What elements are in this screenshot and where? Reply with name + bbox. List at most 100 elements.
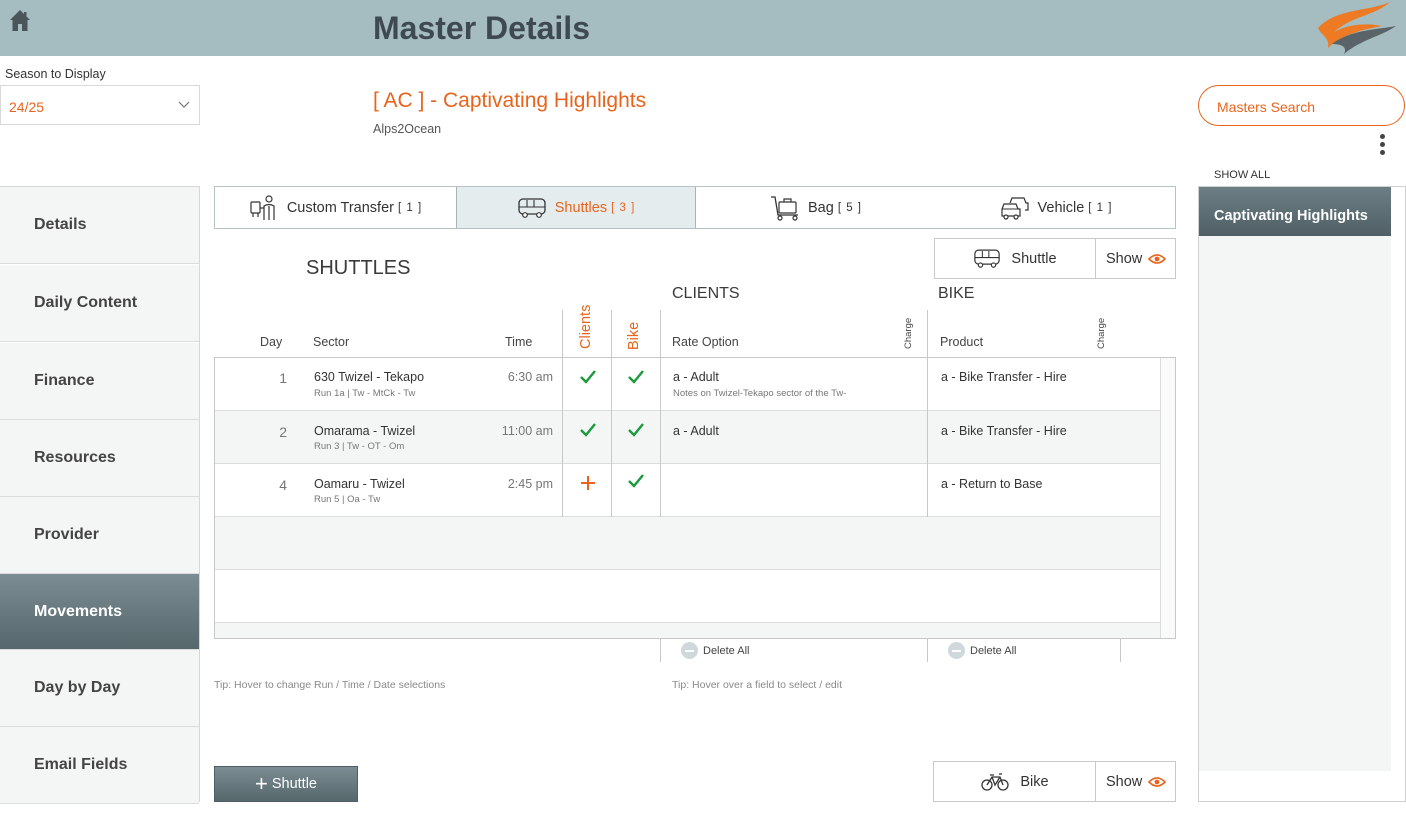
sidebar-item-finance[interactable]: Finance (0, 343, 199, 420)
header-divider (660, 310, 661, 357)
bike-view-label: Bike (1020, 773, 1049, 790)
row-rate-option[interactable]: a - Adult (673, 424, 719, 438)
clients-footer: Delete All (660, 638, 927, 662)
bike-show-label: Show (1106, 773, 1143, 790)
column-divider (927, 358, 928, 517)
empty-row (215, 623, 1161, 638)
add-shuttle-label: Shuttle (271, 776, 317, 792)
check-icon[interactable] (627, 421, 645, 439)
minus-circle-icon (948, 642, 965, 659)
master-subtitle: Alps2Ocean (373, 122, 442, 136)
tab-shuttles-label: Shuttles (554, 199, 608, 216)
app-header: Master Details (0, 0, 1406, 56)
more-options-icon[interactable] (1373, 132, 1391, 160)
column-header-bike-charge: Charge (1096, 317, 1107, 349)
bike-view-button[interactable]: Bike (934, 762, 1096, 801)
row-time[interactable]: 11:00 am (473, 424, 553, 438)
row-time[interactable]: 2:45 pm (473, 477, 553, 491)
column-header-day: Day (260, 335, 283, 349)
header-divider (562, 310, 563, 357)
eye-icon (1148, 776, 1167, 787)
row-day: 4 (279, 477, 287, 493)
check-icon[interactable] (627, 472, 645, 490)
check-icon[interactable] (579, 368, 597, 386)
season-select[interactable]: 24/25 (0, 85, 200, 125)
check-icon[interactable] (579, 421, 597, 439)
check-icon[interactable] (627, 368, 645, 386)
row-sector[interactable]: Oamaru - Twizel (314, 477, 405, 491)
shuttle-show-label: Show (1106, 250, 1143, 267)
column-header-sector: Sector (313, 335, 350, 349)
row-time[interactable]: 6:30 am (473, 370, 553, 384)
row-run: Run 1a | Tw - MtCk - Tw (314, 388, 416, 399)
bike-show-button[interactable]: Show (1096, 762, 1175, 801)
tab-bag[interactable]: Bag [ 5 ] (696, 187, 936, 228)
season-value: 24/25 (9, 99, 45, 115)
row-product[interactable]: a - Bike Transfer - Hire (941, 370, 1067, 384)
movement-tabs: Custom Transfer [ 1 ] Shuttles [ 3 ] Bag… (214, 186, 1176, 229)
header-divider (611, 310, 612, 357)
shuttle-toggle-group: Shuttle Show (934, 238, 1176, 279)
delete-all-label: Delete All (970, 644, 1017, 657)
add-icon[interactable] (579, 474, 597, 492)
tab-shuttles-count: [ 3 ] (611, 201, 636, 214)
row-product[interactable]: a - Return to Base (941, 477, 1042, 491)
empty-row (215, 517, 1161, 570)
column-divider (562, 358, 563, 517)
row-product[interactable]: a - Bike Transfer - Hire (941, 424, 1067, 438)
header-divider (927, 310, 928, 357)
column-divider (611, 358, 612, 517)
table-row[interactable]: 4 Oamaru - Twizel Run 5 | Oa - Tw 2:45 p… (215, 464, 1161, 517)
column-header-bike: Bike (626, 321, 642, 350)
tab-shuttles[interactable]: Shuttles [ 3 ] (456, 187, 696, 228)
empty-row (215, 570, 1161, 623)
bicycle-icon (981, 772, 1010, 791)
shuttle-show-button[interactable]: Show (1096, 239, 1175, 278)
column-divider (660, 358, 661, 517)
eye-icon (1148, 253, 1167, 264)
masters-search-button[interactable]: Masters Search (1198, 85, 1405, 126)
shuttles-section-title: SHUTTLES (306, 257, 411, 279)
shuttles-table: 1 630 Twizel - Tekapo Run 1a | Tw - MtCk… (214, 357, 1176, 639)
sidebar-item-movements[interactable]: Movements (0, 574, 199, 650)
column-header-client-charge: Charge (903, 317, 914, 349)
sidebar-item-resources[interactable]: Resources (0, 420, 199, 497)
bus-icon (974, 249, 1001, 268)
masters-search-label: Masters Search (1217, 99, 1316, 115)
tip-right: Tip: Hover over a field to select / edit (672, 679, 843, 691)
tab-bag-label: Bag (808, 199, 834, 216)
minus-circle-icon (681, 642, 698, 659)
row-sector[interactable]: Omarama - Twizel (314, 424, 415, 438)
master-title: [ AC ] - Captivating Highlights (373, 89, 647, 112)
shuttle-view-label: Shuttle (1011, 250, 1057, 267)
tab-vehicle[interactable]: Vehicle [ 1 ] (936, 187, 1176, 228)
bike-footer: Delete All (927, 638, 1121, 662)
delete-all-label: Delete All (703, 644, 750, 657)
master-list-item[interactable]: Captivating Highlights (1199, 187, 1391, 236)
table-row[interactable]: 1 630 Twizel - Tekapo Run 1a | Tw - MtCk… (215, 358, 1161, 411)
show-all-link[interactable]: SHOW ALL (1214, 169, 1270, 181)
tab-custom-transfer[interactable]: Custom Transfer [ 1 ] (215, 187, 456, 228)
column-header-product: Product (940, 335, 984, 349)
sidebar-item-daily-content[interactable]: Daily Content (0, 265, 199, 342)
sidebar-item-email-fields[interactable]: Email Fields (0, 727, 199, 804)
row-run: Run 5 | Oa - Tw (314, 494, 381, 505)
row-sector[interactable]: 630 Twizel - Tekapo (314, 370, 424, 384)
master-list-panel: Captivating Highlights (1198, 186, 1406, 802)
delete-all-bikes-button[interactable]: Delete All (948, 642, 1016, 659)
clients-section-title: CLIENTS (672, 285, 740, 302)
row-rate-option[interactable]: a - Adult (673, 370, 719, 384)
shuttle-view-button[interactable]: Shuttle (935, 239, 1096, 278)
bike-toggle-group: Bike Show (933, 761, 1176, 802)
bus-icon (518, 197, 546, 218)
table-scrollbar[interactable] (1160, 358, 1175, 638)
sidebar-item-details[interactable]: Details (0, 187, 199, 264)
home-icon[interactable] (8, 8, 32, 34)
sidebar-nav: Details Daily Content Finance Resources … (0, 186, 200, 804)
column-header-clients: Clients (578, 304, 594, 349)
table-row[interactable]: 2 Omarama - Twizel Run 3 | Tw - OT - Om … (215, 411, 1161, 464)
sidebar-item-day-by-day[interactable]: Day by Day (0, 650, 199, 727)
sidebar-item-provider[interactable]: Provider (0, 497, 199, 574)
delete-all-clients-button[interactable]: Delete All (681, 642, 749, 659)
add-shuttle-button[interactable]: + Shuttle (214, 766, 358, 802)
